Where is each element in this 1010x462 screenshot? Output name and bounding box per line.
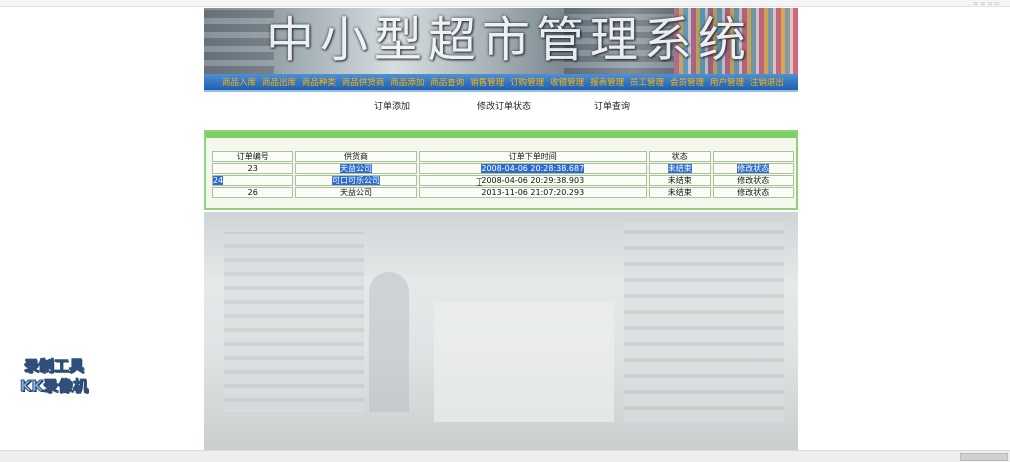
cell-supplier: 可口可乐公司 (295, 175, 417, 186)
add-order-link[interactable]: 订单添加 (374, 99, 410, 112)
recorder-watermark: 录制工具 KK录像机 (8, 356, 100, 396)
photo-counter (434, 302, 614, 422)
query-order-link[interactable]: 订单查询 (594, 99, 630, 112)
cell-supplier: 天益公司 (295, 163, 417, 174)
browser-toolbar-icons: ▫▫▫▫ (973, 0, 1002, 7)
cell-supplier-text: 可口可乐公司 (331, 176, 380, 185)
horizontal-scrollbar[interactable] (0, 450, 1010, 462)
cell-order-id-text: 24 (213, 176, 224, 185)
menu-item-add-goods[interactable]: 商品添加 (390, 76, 424, 88)
modify-status-link[interactable]: 修改状态 (737, 164, 770, 173)
cell-status: 未结束 (649, 163, 711, 174)
menu-item-staff[interactable]: 员工管理 (630, 76, 664, 88)
cell-order-time: 2008-04-06 20:28:38.687 (418, 163, 647, 174)
app-container: 中小型超市管理系统 商品入库 商品出库 商品种类 商品供货商 商品添加 商品查询… (204, 8, 798, 126)
header-status: 状态 (649, 151, 711, 162)
cell-supplier-text: 天益公司 (339, 164, 372, 173)
order-table: 订单编号 供货商 订单下单时间 状态 23 天益公司 2008-04-06 20… (210, 150, 796, 199)
app-title: 中小型超市管理系统 (266, 12, 753, 68)
main-menu: 商品入库 商品出库 商品种类 商品供货商 商品添加 商品查询 销售管理 订购管理… (204, 74, 798, 92)
menu-item-logout[interactable]: 注销退出 (750, 76, 784, 88)
menu-item-sales[interactable]: 销售管理 (470, 76, 504, 88)
cell-status: 未结束 (649, 187, 711, 198)
menu-item-members[interactable]: 会员管理 (670, 76, 704, 88)
modify-status-link[interactable]: 修改状态 (712, 187, 794, 198)
menu-item-cashier[interactable]: 收银管理 (550, 76, 584, 88)
watermark-line1: 录制工具 (23, 357, 84, 376)
cell-order-id: 23 (212, 163, 294, 174)
cell-order-time: 2013-11-06 21:07:20.293 (418, 187, 647, 198)
menu-item-orders[interactable]: 订购管理 (510, 76, 544, 88)
menu-item-query-goods[interactable]: 商品查询 (430, 76, 464, 88)
cell-order-time-text: 2008-04-06 20:28:38.687 (481, 164, 585, 173)
cell-order-id: 26 (212, 187, 294, 198)
text-cursor-icon: ⌶ (476, 176, 483, 189)
cell-order-time: 2008-04-06 20:29:38.903 (418, 175, 647, 186)
menu-item-supplier[interactable]: 商品供货商 (342, 76, 385, 88)
modify-status-link[interactable]: 修改状态 (712, 175, 794, 186)
modify-order-status-link[interactable]: 修改订单状态 (477, 99, 531, 112)
cell-supplier: 天益公司 (295, 187, 417, 198)
photo-shelf-left (224, 232, 364, 412)
banner-photo-left (204, 8, 274, 74)
cell-action: 修改状态 (712, 163, 794, 174)
header-order-id: 订单编号 (212, 151, 294, 162)
photo-figure (369, 272, 409, 412)
order-subnav: 订单添加 修改订单状态 订单查询 (204, 92, 798, 126)
menu-item-stock-in[interactable]: 商品入库 (222, 76, 256, 88)
header-banner: 中小型超市管理系统 (204, 8, 798, 74)
menu-item-category[interactable]: 商品种类 (302, 76, 336, 88)
photo-shelf-right (624, 222, 784, 422)
header-order-time: 订单下单时间 (418, 151, 647, 162)
menu-item-stock-out[interactable]: 商品出库 (262, 76, 296, 88)
table-header-row: 订单编号 供货商 订单下单时间 状态 (212, 151, 794, 162)
menu-item-users[interactable]: 用户管理 (710, 76, 744, 88)
order-panel: 订单编号 供货商 订单下单时间 状态 23 天益公司 2008-04-06 20… (204, 130, 798, 210)
header-supplier: 供货商 (295, 151, 417, 162)
browser-top-strip: ▫▫▫▫ (0, 0, 1010, 7)
cell-order-id: 24 (212, 175, 294, 186)
table-row: 23 天益公司 2008-04-06 20:28:38.687 未结束 修改状态 (212, 163, 794, 174)
table-row: 24 可口可乐公司 2008-04-06 20:29:38.903 未结束 修改… (212, 175, 794, 186)
scrollbar-thumb[interactable] (960, 453, 1008, 461)
menu-item-reports[interactable]: 报表管理 (590, 76, 624, 88)
cell-status: 未结束 (649, 175, 711, 186)
panel-header-bar (206, 132, 796, 138)
table-row: 26 天益公司 2013-11-06 21:07:20.293 未结束 修改状态 (212, 187, 794, 198)
header-action (712, 151, 794, 162)
cell-status-text: 未结束 (667, 164, 692, 173)
watermark-line2: KK录像机 (19, 377, 89, 396)
background-photo (204, 212, 798, 450)
